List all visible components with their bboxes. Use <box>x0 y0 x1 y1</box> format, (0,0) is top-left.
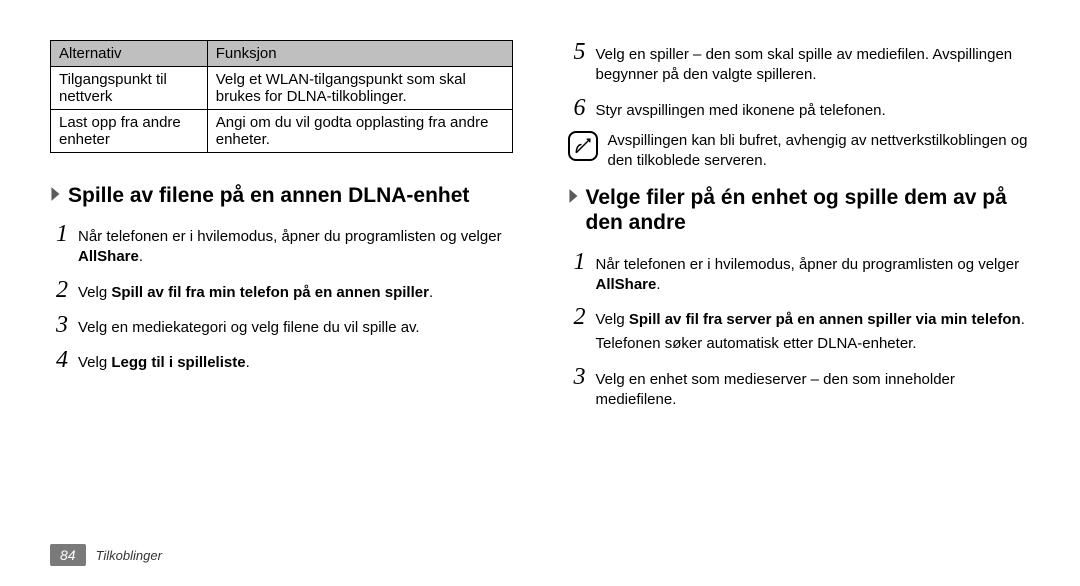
step-number: 3 <box>50 313 68 337</box>
step-4: 4 Velg Legg til i spilleliste. <box>50 348 513 373</box>
cell-option: Last opp fra andre enheter <box>51 110 208 153</box>
step-number: 5 <box>568 40 586 64</box>
section-heading-2: Velge filer på én enhet og spille dem av… <box>568 185 1031 235</box>
step-3: 3 Velg en mediekategori og velg filene d… <box>50 313 513 338</box>
step-2: 2 Velg Spill av fil fra min telefon på e… <box>50 278 513 303</box>
step-6: 6 Styr avspillingen med ikonene på telef… <box>568 96 1031 121</box>
step-number: 4 <box>50 348 68 372</box>
note-icon <box>568 131 598 161</box>
left-column: Alternativ Funksjon Tilgangspunkt til ne… <box>50 40 513 566</box>
text-part: Velg <box>596 311 629 328</box>
chevron-right-icon <box>568 185 580 210</box>
th-option: Alternativ <box>51 41 208 67</box>
text-bold: Spill av fil fra min telefon på en annen… <box>111 284 429 301</box>
note-box: Avspillingen kan bli bufret, avhengig av… <box>568 131 1031 172</box>
step-2: 2 Velg Spill av fil fra server på en ann… <box>568 305 1031 330</box>
step-number: 2 <box>568 305 586 329</box>
text-bold: Legg til i spilleliste <box>111 354 245 371</box>
steps-list-1: 1 Når telefonen er i hvilemodus, åpner d… <box>50 222 513 373</box>
step-text: Velg en mediekategori og velg filene du … <box>78 318 513 338</box>
step-1: 1 Når telefonen er i hvilemodus, åpner d… <box>50 222 513 268</box>
section-name: Tilkoblinger <box>96 548 162 563</box>
note-text: Avspillingen kan bli bufret, avhengig av… <box>608 131 1031 172</box>
text-bold: Spill av fil fra server på en annen spil… <box>629 311 1021 328</box>
right-column: 5 Velg en spiller – den som skal spille … <box>568 40 1031 566</box>
step-text: Velg Spill av fil fra min telefon på en … <box>78 283 513 303</box>
step-text: Velg Legg til i spilleliste. <box>78 353 513 373</box>
steps-list-2: 1 Når telefonen er i hvilemodus, åpner d… <box>568 250 1031 331</box>
step-text: Når telefonen er i hvilemodus, åpner du … <box>78 227 513 268</box>
step-number: 6 <box>568 96 586 120</box>
cell-function: Velg et WLAN-tilgangspunkt som skal bruk… <box>207 67 512 110</box>
manual-page: Alternativ Funksjon Tilgangspunkt til ne… <box>0 0 1080 586</box>
th-function: Funksjon <box>207 41 512 67</box>
step-text: Velg Spill av fil fra server på en annen… <box>596 310 1031 330</box>
text-part: Velg <box>78 284 111 301</box>
text-bold: AllShare <box>78 248 139 265</box>
chevron-right-icon <box>50 183 62 208</box>
text-part: Når telefonen er i hvilemodus, åpner du … <box>78 228 502 245</box>
table-header-row: Alternativ Funksjon <box>51 41 513 67</box>
step-number: 1 <box>50 222 68 246</box>
step-1: 1 Når telefonen er i hvilemodus, åpner d… <box>568 250 1031 296</box>
page-footer: 84 Tilkoblinger <box>50 544 162 566</box>
heading-text: Spille av filene på en annen DLNA-enhet <box>68 183 469 208</box>
step-5: 5 Velg en spiller – den som skal spille … <box>568 40 1031 86</box>
steps-list-cont: 5 Velg en spiller – den som skal spille … <box>568 40 1031 121</box>
heading-text: Velge filer på én enhet og spille dem av… <box>586 185 1031 235</box>
step-text: Velg en enhet som medieserver – den som … <box>596 370 1031 411</box>
text-part: Når telefonen er i hvilemodus, åpner du … <box>596 256 1020 273</box>
text-part: . <box>246 354 250 371</box>
section-heading-1: Spille av filene på en annen DLNA-enhet <box>50 183 513 208</box>
step-text: Når telefonen er i hvilemodus, åpner du … <box>596 255 1031 296</box>
cell-option: Tilgangspunkt til nettverk <box>51 67 208 110</box>
sub-text: Telefonen søker automatisk etter DLNA-en… <box>596 334 1031 354</box>
table-row: Last opp fra andre enheter Angi om du vi… <box>51 110 513 153</box>
step-number: 1 <box>568 250 586 274</box>
options-table: Alternativ Funksjon Tilgangspunkt til ne… <box>50 40 513 153</box>
text-bold: AllShare <box>596 276 657 293</box>
cell-function: Angi om du vil godta opplasting fra andr… <box>207 110 512 153</box>
step-3: 3 Velg en enhet som medieserver – den so… <box>568 365 1031 411</box>
table-row: Tilgangspunkt til nettverk Velg et WLAN-… <box>51 67 513 110</box>
page-number: 84 <box>50 544 86 566</box>
text-part: . <box>429 284 433 301</box>
steps-list-2b: 3 Velg en enhet som medieserver – den so… <box>568 365 1031 411</box>
text-part: Velg <box>78 354 111 371</box>
step-text: Velg en spiller – den som skal spille av… <box>596 45 1031 86</box>
text-part: . <box>139 248 143 265</box>
text-part: . <box>1021 311 1025 328</box>
step-number: 3 <box>568 365 586 389</box>
text-part: . <box>656 276 660 293</box>
step-text: Styr avspillingen med ikonene på telefon… <box>596 101 1031 121</box>
step-number: 2 <box>50 278 68 302</box>
